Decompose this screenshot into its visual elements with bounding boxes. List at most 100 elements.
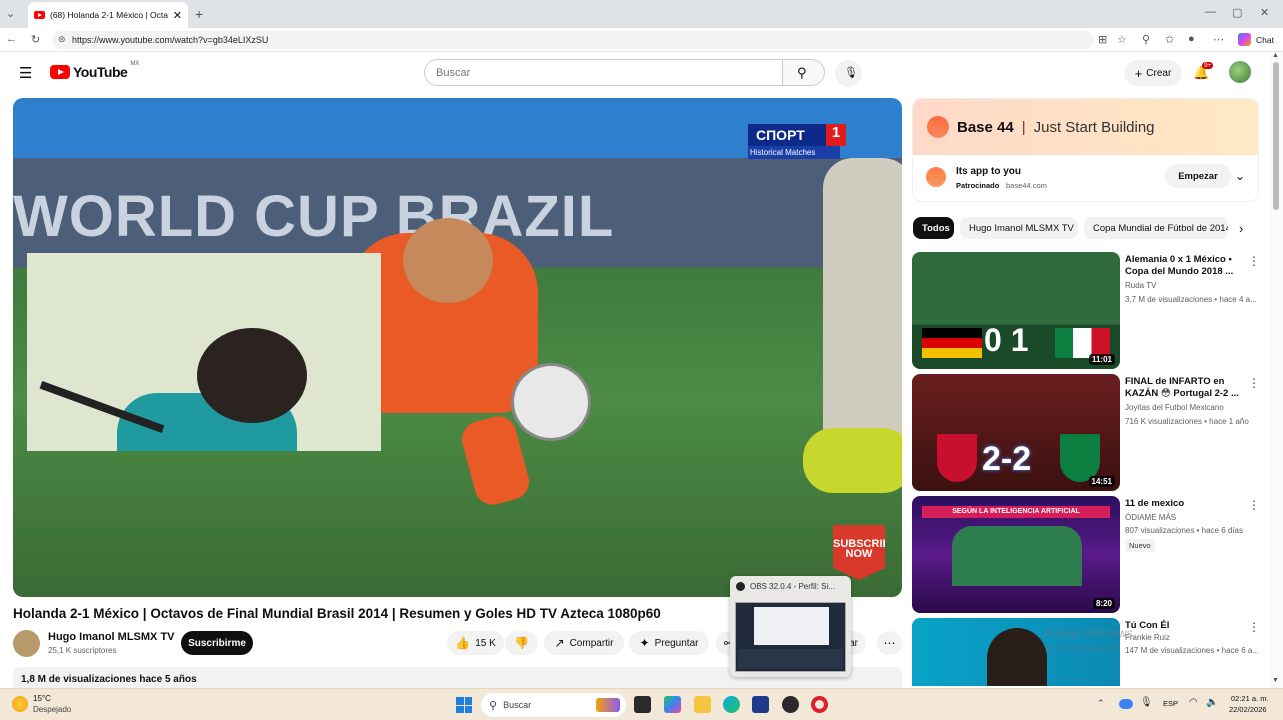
recommendation-item[interactable]: SEGÚN LA INTELIGENCIA ARTIFICIAL 8:20 11…: [912, 496, 1262, 614]
copilot-taskbar-icon[interactable]: [664, 696, 681, 713]
chip-world-cup[interactable]: Copa Mundial de Fútbol de 2014: [1084, 217, 1228, 239]
new-badge: Nuevo: [1125, 539, 1155, 552]
clock-time[interactable]: 02:21 a. m.: [1231, 694, 1269, 703]
create-button[interactable]: + Crear: [1124, 60, 1182, 86]
obs-thumb-preview: [754, 607, 829, 645]
recommendation-thumbnail[interactable]: 2-2 14:51: [912, 374, 1120, 491]
video-player[interactable]: WORLD CUP BRAZIL СПОРТ 1 Historical Matc…: [13, 98, 902, 597]
youtube-logo[interactable]: YouTube MX: [50, 61, 139, 80]
channel-subscribers: 25,1 K suscriptores: [48, 646, 117, 655]
ask-button[interactable]: ✦ Preguntar: [629, 631, 709, 655]
scroll-down-icon[interactable]: ▼: [1272, 677, 1279, 684]
channel-avatar[interactable]: [13, 630, 40, 657]
recommendation-thumbnail[interactable]: SEGÚN LA INTELIGENCIA ARTIFICIAL 8:20: [912, 496, 1120, 613]
recommendation-channel[interactable]: ÓDIAME MÁS: [1125, 513, 1176, 522]
back-icon[interactable]: ←: [6, 33, 17, 45]
ad-banner-divider: |: [1021, 118, 1026, 136]
copilot-icon[interactable]: [1238, 33, 1251, 46]
site-info-icon[interactable]: ⊜: [58, 34, 66, 45]
favorites-bar-icon[interactable]: ✩: [1165, 33, 1174, 46]
ask-label: Preguntar: [654, 637, 699, 649]
extensions-icon[interactable]: ⚲: [1142, 33, 1150, 46]
clock-date[interactable]: 22/02/2026: [1229, 705, 1267, 714]
chip-all[interactable]: Todos: [913, 217, 954, 239]
browser-tab[interactable]: (68) Holanda 2-1 México | Octavo ✕: [28, 2, 188, 28]
chat-label[interactable]: Chat: [1256, 35, 1274, 45]
channel-name[interactable]: Hugo Imanol MLSMX TV: [48, 631, 175, 643]
page-scrollbar[interactable]: ▲ ▼: [1270, 52, 1283, 688]
chevron-right-icon[interactable]: ›: [1239, 221, 1243, 236]
share-button[interactable]: ↗ Compartir: [544, 631, 624, 655]
recommendation-title[interactable]: Alemania 0 x 1 México • Copa del Mundo 2…: [1125, 254, 1243, 278]
voice-search-button[interactable]: 🎙: [835, 60, 862, 87]
task-view-icon[interactable]: [634, 696, 651, 713]
obs-taskbar-preview[interactable]: OBS 32.0.4 - Perfil: Si...: [730, 576, 851, 677]
profile-icon[interactable]: ●: [1188, 33, 1195, 45]
ad-cta-button[interactable]: Empezar: [1165, 164, 1231, 188]
views-and-date: 1,8 M de visualizaciones hace 5 años: [21, 674, 197, 685]
scroll-up-icon[interactable]: ▲: [1272, 52, 1279, 59]
sponsored-ad[interactable]: Base 44 | Just Start Building Its app to…: [912, 98, 1259, 202]
onedrive-icon[interactable]: [1119, 699, 1133, 709]
weather-desc[interactable]: Despejado: [33, 705, 71, 714]
subscribe-button[interactable]: Suscribirme: [181, 631, 253, 655]
search-input[interactable]: Buscar: [424, 59, 784, 86]
file-explorer-icon[interactable]: [694, 696, 711, 713]
recommendation-channel[interactable]: Ruda TV: [1125, 281, 1156, 290]
recommendation-item[interactable]: 0 1 11:01 Alemania 0 x 1 México • Copa d…: [912, 252, 1262, 370]
obs-taskbar-icon[interactable]: [782, 696, 799, 713]
app-available-icon[interactable]: ⊞: [1098, 33, 1107, 46]
more-options-icon[interactable]: ⋮: [1248, 254, 1260, 268]
share-label: Compartir: [569, 637, 614, 649]
webcam-person-head: [197, 328, 307, 423]
store-icon[interactable]: [752, 696, 769, 713]
tab-list-icon[interactable]: ⌄: [6, 7, 15, 20]
chevron-down-icon[interactable]: ⌄: [1235, 169, 1245, 183]
recommendation-item[interactable]: 2-2 14:51 FINAL de INFARTO en KAZÁN 😳 Po…: [912, 374, 1262, 492]
ad-banner[interactable]: Base 44 | Just Start Building: [913, 99, 1258, 155]
recommendation-channel[interactable]: Joyitas del Futbol Mexicano: [1125, 403, 1224, 412]
url-input[interactable]: ⊜ https://www.youtube.com/watch?v=gb34eL…: [52, 31, 1094, 49]
show-hidden-icons-icon[interactable]: ⌃: [1097, 698, 1105, 709]
more-options-icon[interactable]: ⋮: [1248, 376, 1260, 390]
mexico-crest-icon: [1060, 434, 1100, 482]
ad-headline: Its app to you: [956, 166, 1021, 177]
recommendation-title[interactable]: FINAL de INFARTO en KAZÁN 😳 Portugal 2-2…: [1125, 376, 1243, 400]
weather-icon[interactable]: [12, 696, 28, 712]
start-button[interactable]: [456, 697, 472, 713]
more-menu-icon[interactable]: ⋯: [1213, 33, 1224, 46]
language-indicator[interactable]: ESP: [1163, 699, 1178, 708]
favorite-icon[interactable]: ☆: [1117, 33, 1127, 46]
edge-icon[interactable]: [723, 696, 740, 713]
minimize-icon[interactable]: —: [1205, 6, 1216, 18]
recommendation-title[interactable]: Tú Con Él: [1125, 620, 1243, 632]
video-title: Holanda 2-1 México | Octavos de Final Mu…: [13, 606, 661, 621]
more-options-icon[interactable]: ⋮: [1248, 498, 1260, 512]
reload-icon[interactable]: ↻: [31, 33, 40, 46]
new-tab-icon[interactable]: +: [195, 6, 203, 22]
opera-icon[interactable]: [811, 696, 828, 713]
like-button[interactable]: 👍 15 K: [447, 631, 504, 655]
maximize-icon[interactable]: ▢: [1232, 6, 1242, 19]
chip-channel[interactable]: Hugo Imanol MLSMX TV: [960, 217, 1078, 239]
taskbar-search[interactable]: ⚲ Buscar: [481, 693, 626, 717]
menu-icon[interactable]: ☰: [19, 64, 32, 82]
weather-temp[interactable]: 15°C: [33, 694, 51, 703]
more-options-icon[interactable]: ⋮: [1248, 620, 1260, 634]
germany-flag-icon: [922, 328, 982, 358]
webcam-overlay: [27, 253, 381, 451]
microphone-status-icon[interactable]: 🎙: [1140, 697, 1153, 708]
volume-icon[interactable]: 🔈: [1206, 697, 1218, 708]
search-button[interactable]: ⚲: [782, 59, 825, 86]
recommendation-title[interactable]: 11 de mexico: [1125, 498, 1243, 510]
video-frame-ball: [511, 363, 591, 441]
wifi-icon[interactable]: ◠: [1189, 697, 1198, 708]
account-avatar[interactable]: [1229, 61, 1251, 83]
close-window-icon[interactable]: ✕: [1260, 6, 1269, 19]
scrollbar-thumb[interactable]: [1273, 62, 1279, 210]
close-tab-icon[interactable]: ✕: [173, 9, 182, 22]
more-actions-button[interactable]: ⋯: [877, 631, 902, 655]
recommendation-thumbnail[interactable]: 0 1 11:01: [912, 252, 1120, 369]
search-icon: ⚲: [797, 65, 807, 80]
dislike-button[interactable]: 👎: [505, 631, 538, 655]
